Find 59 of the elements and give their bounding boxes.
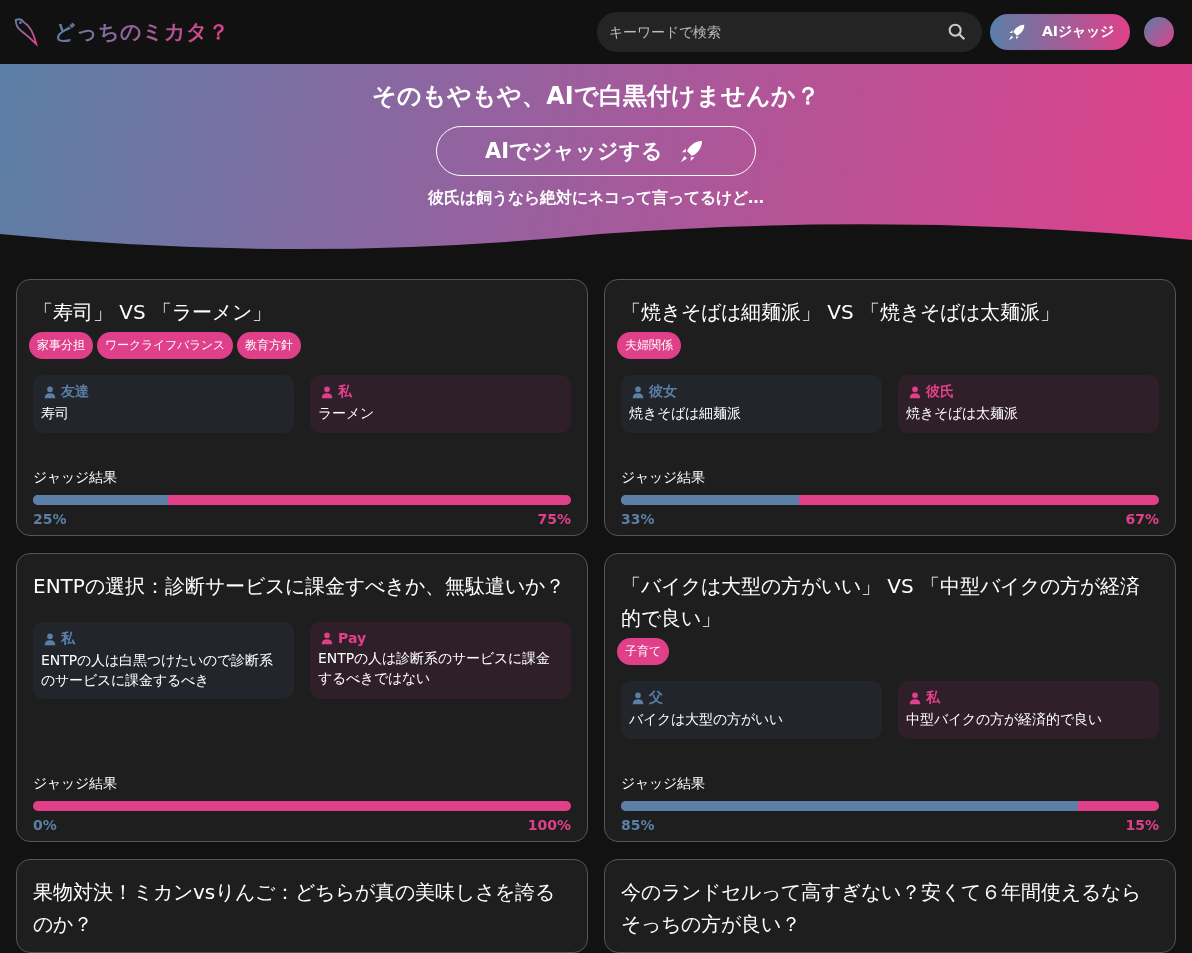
debate-card[interactable]: 果物対決！ミカンvsりんご：どちらが真の美味しさを誇るのか？ (16, 859, 588, 953)
debate-card[interactable]: 「寿司」 VS 「ラーメン」 家事分担 ワークライフバランス 教育方針 友達 寿司 私 ラーメン ジャッジ結果 25% 75% (16, 279, 588, 536)
person-icon (320, 385, 334, 399)
card-title: 「寿司」 VS 「ラーメン」 (33, 299, 274, 326)
person-name: 彼女 (649, 383, 677, 401)
debate-card[interactable]: 今のランドセルって高すぎない？安くて６年間使えるならそっちの方が良い？ (604, 859, 1176, 953)
person-name: 父 (649, 689, 663, 707)
person-icon (908, 385, 922, 399)
avatar-icon[interactable] (1144, 17, 1174, 47)
right-percentage: 67% (1125, 511, 1159, 527)
person-name: Pay (338, 630, 367, 646)
person-icon (43, 632, 57, 646)
hero-heading: そのもやもや、AIで白黒付けませんか？ (372, 81, 820, 112)
card-title: 「バイクは大型の方がいい」 VS 「中型バイクの方が経済的で良い」 (621, 573, 1142, 632)
person-icon (631, 691, 645, 705)
person-name: 友達 (61, 383, 89, 401)
right-percentage: 15% (1125, 817, 1159, 833)
debate-card[interactable]: 「バイクは大型の方がいい」 VS 「中型バイクの方が経済的で良い」 子育て 父 バイクは大型の方がいい 私 中型バイクの方が経済的で良い ジャッジ結果 85% 15% (604, 553, 1176, 842)
right-percentage: 100% (527, 817, 571, 833)
person-name: 私 (338, 383, 352, 401)
person-icon (908, 691, 922, 705)
opinion-text: ENTPの人は診断系のサービスに課金するべきではない (318, 649, 552, 689)
person-icon (320, 631, 334, 645)
opinion-text: ENTPの人は白黒つけたいので診断系のサービスに課金するべき (41, 651, 275, 691)
debate-card[interactable]: ENTPの選択：診断サービスに課金すべきか、無駄遣いか？ 私 ENTPの人は白黒つけたいので診断系のサービスに課金するべき Pay ENTPの人は診断系のサービスに課金するべきではない ジャッジ結果 0% 100% (16, 553, 588, 842)
search-field[interactable]: キーワードで検索 (596, 12, 982, 52)
person-name: 彼氏 (926, 383, 954, 401)
left-percentage: 85% (621, 817, 655, 833)
left-percentage: 33% (621, 511, 655, 527)
result-label: ジャッジ結果 (33, 469, 118, 487)
tag[interactable]: 子育て (617, 638, 669, 665)
tag[interactable]: 家事分担 (29, 332, 93, 359)
ai-judge-button[interactable]: AIジャッジ (989, 14, 1130, 50)
result-label: ジャッジ結果 (33, 775, 118, 793)
card-title: 今のランドセルって高すぎない？安くて６年間使えるならそっちの方が良い？ (621, 879, 1142, 938)
person-name: 私 (926, 689, 940, 707)
left-percentage: 25% (33, 511, 67, 527)
example-text: 彼氏は飼うなら絶対にネコって言ってるけど… (428, 188, 764, 209)
person-icon (43, 385, 57, 399)
tag[interactable]: 教育方針 (237, 332, 301, 359)
opinion-text: 焼きそばは細麺派 (629, 404, 742, 423)
card-title: 果物対決！ミカンvsりんご：どちらが真の美味しさを誇るのか？ (33, 879, 557, 938)
opinion-text: 中型バイクの方が経済的で良い (906, 710, 1103, 729)
person-name: 私 (61, 630, 75, 648)
tag[interactable]: ワークライフバランス (97, 332, 233, 359)
debate-card[interactable]: 「焼きそばは細麺派」 VS 「焼きそばは太麺派」 夫婦関係 彼女 焼きそばは細麺派 彼氏 焼きそばは太麺派 ジャッジ結果 33% 67% (604, 279, 1176, 536)
left-percentage: 0% (33, 817, 57, 833)
card-title: 「焼きそばは細麺派」 VS 「焼きそばは太麺派」 (621, 299, 1062, 326)
result-label: ジャッジ結果 (621, 469, 706, 487)
person-icon (631, 385, 645, 399)
opinion-text: 焼きそばは太麺派 (906, 404, 1019, 423)
opinion-text: ラーメン (318, 404, 375, 423)
opinion-text: バイクは大型の方がいい (629, 710, 784, 729)
opinion-text: 寿司 (41, 404, 70, 423)
result-label: ジャッジ結果 (621, 775, 706, 793)
tag[interactable]: 夫婦関係 (617, 332, 681, 359)
card-title: ENTPの選択：診断サービスに課金すべきか、無駄遣いか？ (33, 573, 566, 600)
right-percentage: 75% (537, 511, 571, 527)
bird-logo-icon (12, 16, 40, 48)
